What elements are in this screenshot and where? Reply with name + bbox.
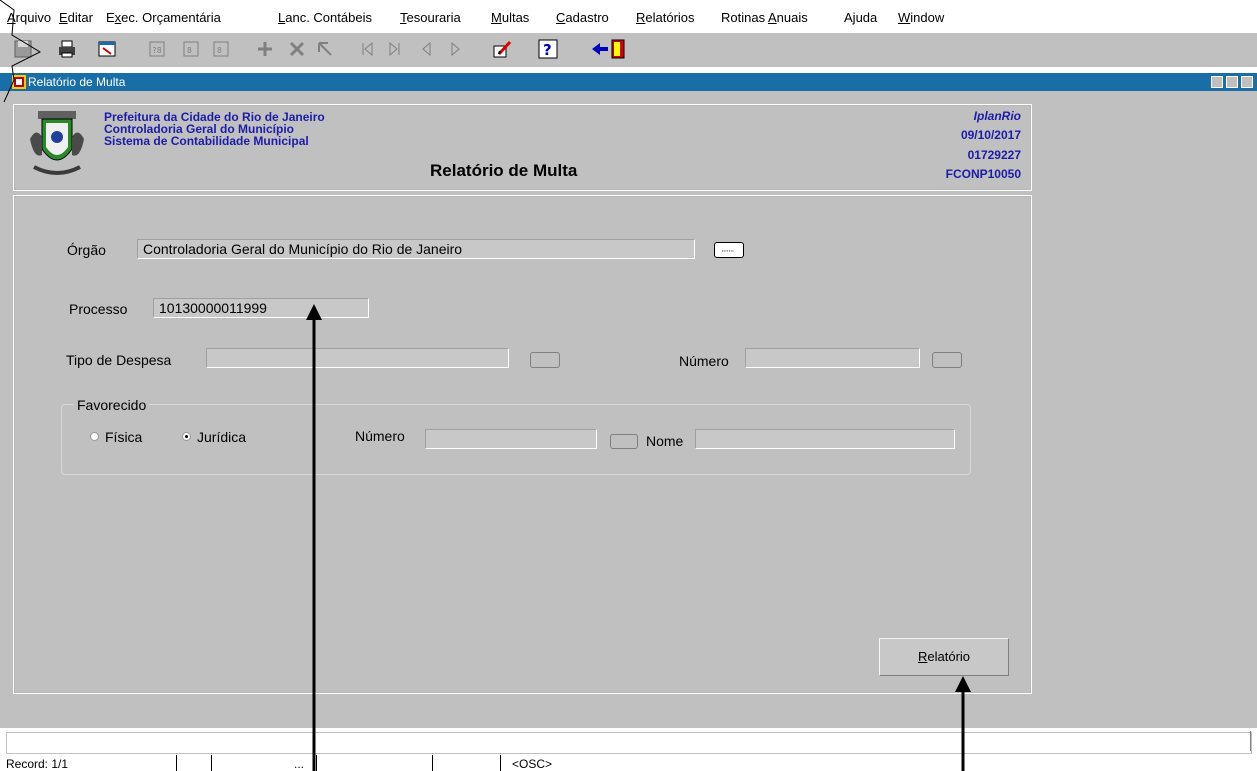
help-icon[interactable]: ?: [537, 38, 559, 60]
previous-record-icon[interactable]: [416, 38, 438, 60]
menu-lanc-contabeis[interactable]: Lanc. Contábeis: [278, 10, 372, 25]
brand-label: IplanRio: [973, 109, 1021, 123]
query-cancel-icon[interactable]: 8: [210, 38, 232, 60]
menu-window[interactable]: Window: [898, 10, 944, 25]
radio-juridica-dot[interactable]: [182, 432, 191, 441]
close-button[interactable]: [1241, 76, 1253, 88]
svg-text:8: 8: [187, 46, 192, 55]
menu-arquivo[interactable]: Arquivo: [7, 10, 51, 25]
query-enter-icon[interactable]: ?8: [146, 38, 168, 60]
processo-field[interactable]: 10130000011999: [153, 298, 369, 318]
favorecido-group-label: Favorecido: [74, 397, 150, 413]
form-title: Relatório de Multa: [430, 161, 578, 180]
orgao-label: Órgão: [67, 242, 106, 258]
last-record-icon[interactable]: [384, 38, 406, 60]
toolbar: ?8 8 8 ?: [0, 33, 1257, 67]
clear-record-icon[interactable]: [314, 38, 336, 60]
favorecido-numero-list-button[interactable]: [610, 434, 638, 449]
menu-tesouraria[interactable]: Tesouraria: [400, 10, 461, 25]
menu-cadastro[interactable]: Cadastro: [556, 10, 609, 25]
restore-button[interactable]: [1226, 76, 1238, 88]
form-canvas: Prefeitura da Cidade do Rio de Janeiro C…: [0, 91, 1257, 731]
status-divider-2: [211, 755, 212, 771]
menu-exec-orcamentaria[interactable]: Exec. Orçamentária: [106, 10, 221, 25]
favorecido-numero-field[interactable]: [425, 429, 597, 449]
city-coat-of-arms-logo: [30, 111, 84, 175]
tipo-despesa-field[interactable]: [206, 348, 509, 368]
status-divider-5: [500, 755, 501, 771]
exit-icon[interactable]: [588, 38, 630, 60]
status-bar: Record: 1/1 ... <OSC>: [0, 731, 1257, 771]
radio-fisica[interactable]: Física: [90, 429, 142, 445]
window-title-bar: Relatório de Multa: [0, 73, 1257, 91]
message-line-edge: [1250, 731, 1251, 751]
menu-multas[interactable]: Multas: [491, 10, 529, 25]
orgao-list-button[interactable]: [714, 242, 744, 258]
numero-label: Número: [679, 353, 729, 369]
next-record-icon[interactable]: [444, 38, 466, 60]
radio-juridica[interactable]: Jurídica: [182, 429, 246, 445]
status-ellipsis: ...: [294, 757, 305, 771]
form-icon[interactable]: [96, 38, 118, 60]
numero-field[interactable]: [745, 348, 920, 368]
save-icon[interactable]: [12, 38, 34, 60]
message-line: [6, 732, 1252, 754]
radio-fisica-dot[interactable]: [90, 432, 99, 441]
status-mode: <OSC>: [512, 757, 553, 771]
record-indicator: Record: 1/1: [6, 757, 69, 771]
status-divider-3: [316, 755, 317, 771]
insert-record-icon[interactable]: [254, 38, 276, 60]
favorecido-nome-label: Nome: [646, 433, 684, 449]
radio-fisica-label: Física: [105, 429, 143, 445]
numero-list-button[interactable]: [932, 352, 962, 368]
processo-label: Processo: [69, 301, 128, 317]
radio-juridica-label: Jurídica: [197, 429, 247, 445]
relatorio-button[interactable]: Relatório: [879, 638, 1009, 676]
orgao-field[interactable]: Controladoria Geral do Município do Rio …: [137, 239, 695, 259]
date-label: 09/10/2017: [960, 128, 1021, 142]
window-title: Relatório de Multa: [28, 75, 126, 89]
first-record-icon[interactable]: [356, 38, 378, 60]
tipo-despesa-label: Tipo de Despesa: [66, 352, 172, 368]
status-divider-1: [176, 755, 177, 771]
status-divider-4: [432, 755, 433, 771]
menu-editar[interactable]: Editar: [59, 10, 93, 25]
tipo-despesa-list-button[interactable]: [530, 352, 560, 368]
menu-relatorios[interactable]: Relatórios: [636, 10, 695, 25]
menu-rotinas-anuais[interactable]: Rotinas Anuais: [721, 10, 808, 25]
user-code-label: 01729227: [967, 148, 1021, 162]
favorecido-nome-field[interactable]: [695, 429, 955, 449]
favorecido-numero-label: Número: [355, 428, 405, 444]
menu-bar: Arquivo Editar Exec. Orçamentária Lanc. …: [0, 0, 1257, 33]
form-code-label: FCONP10050: [945, 167, 1021, 181]
minimize-button[interactable]: [1211, 76, 1223, 88]
window-app-icon: [12, 75, 26, 89]
delete-record-icon[interactable]: [286, 38, 308, 60]
menu-ajuda[interactable]: Ajuda: [844, 10, 877, 25]
query-exec-icon[interactable]: 8: [180, 38, 202, 60]
edit-icon[interactable]: [491, 38, 513, 60]
svg-text:?: ?: [543, 41, 552, 59]
svg-text:8: 8: [217, 46, 222, 55]
print-icon[interactable]: [56, 38, 78, 60]
svg-text:?8: ?8: [152, 46, 162, 55]
org-line-3: Sistema de Contabilidade Municipal: [104, 134, 309, 148]
